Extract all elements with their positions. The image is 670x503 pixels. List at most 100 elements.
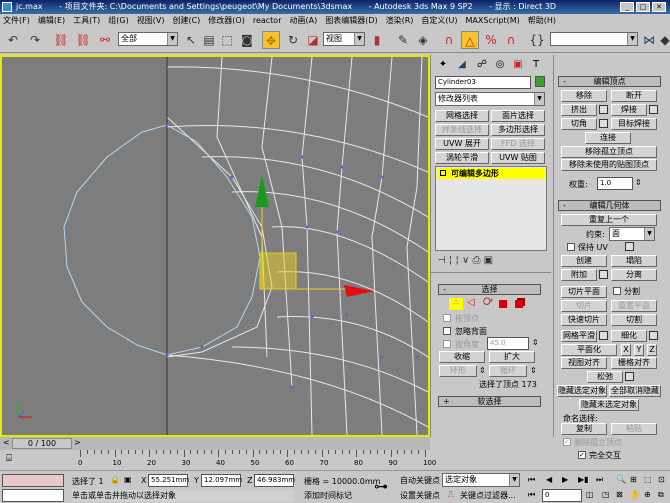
border-subobject-icon[interactable]: Ꭴ [483, 297, 493, 308]
weight-field[interactable]: 1.0 [597, 177, 633, 190]
viewport-perspective[interactable] [0, 55, 430, 437]
weld-settings-icon[interactable] [649, 105, 658, 114]
by-angle-checkbox[interactable] [443, 340, 451, 348]
mesh-select-button[interactable]: 网格选择 [435, 110, 489, 122]
modify-tab-icon[interactable]: ◢ [453, 57, 471, 73]
pin-stack-icon[interactable]: ⊣ ¦ ¦ ∨ ⎙ ▣ [437, 255, 493, 266]
zoom-extents-all-icon[interactable]: ⊡ [658, 475, 665, 484]
edit-geometry-rollout-header[interactable]: - 编辑几何体 [558, 200, 661, 211]
weight-spinner-icon[interactable]: ⇕ [635, 178, 642, 187]
planar-z-button[interactable]: Z [647, 344, 657, 356]
current-frame-field[interactable]: 0 [542, 489, 582, 502]
break-button[interactable]: 断开 [611, 90, 657, 102]
remove-isolated-vertices-button[interactable]: 移除孤立顶点 [561, 146, 657, 158]
absolute-mode-icon[interactable]: ▣ [124, 475, 132, 484]
hierarchy-tab-icon[interactable]: ☍ [473, 57, 491, 73]
target-weld-button[interactable]: 目标焊接 [611, 118, 657, 130]
connect-button[interactable]: 连接 [585, 132, 631, 144]
detach-button[interactable]: 分离 [611, 269, 657, 281]
spline-select-button[interactable]: 样条线选择 [435, 124, 489, 136]
percent-snap-icon[interactable]: % [482, 31, 500, 49]
chamfer-settings-icon[interactable] [599, 119, 608, 128]
min-max-toggle-icon[interactable]: ⧉ [658, 490, 664, 500]
prev-frame-icon[interactable]: ◀ [546, 475, 552, 484]
ref-coord-dropdown[interactable]: 视图 ▼ [323, 32, 365, 46]
auto-key-button[interactable]: 自动关键点 [400, 475, 440, 486]
view-align-button[interactable]: 视图对齐 [561, 357, 607, 369]
goto-start-icon[interactable]: ⏮ [528, 475, 535, 485]
turbosmooth-button[interactable]: 涡轮平滑 [435, 152, 489, 164]
play-icon[interactable]: ▶ [562, 475, 568, 484]
polygon-subobject-icon[interactable] [499, 300, 507, 308]
menu-file[interactable]: 文件(F) [3, 16, 30, 25]
maxscript-input[interactable] [2, 489, 64, 502]
menu-customize[interactable]: 自定义(U) [421, 16, 457, 25]
attach-button[interactable]: 附加 [561, 269, 597, 281]
angle-snap-icon[interactable]: △ [461, 31, 479, 49]
motion-tab-icon[interactable]: ◎ [491, 57, 509, 73]
x-coordinate-field[interactable]: 55.251mm [148, 474, 189, 487]
remove-button[interactable]: 移除 [561, 90, 607, 102]
tessellate-settings-icon[interactable] [649, 331, 658, 340]
collapse-button[interactable]: 塌陷 [611, 255, 657, 267]
reset-plane-button[interactable]: 重置平面 [611, 300, 657, 312]
hide-unselected-button[interactable]: 隐藏未选定对象 [579, 399, 639, 411]
edit-named-sel-icon[interactable]: {} [528, 31, 546, 49]
extrude-settings-icon[interactable] [599, 105, 608, 114]
menu-rendering[interactable]: 渲染(R) [386, 16, 414, 25]
ring-button[interactable]: 环形 [439, 365, 477, 377]
split-checkbox[interactable] [613, 287, 621, 295]
tessellate-button[interactable]: 细化 [611, 330, 647, 342]
zoom-extents-icon[interactable]: ⬚ [644, 475, 652, 484]
slider-next-icon[interactable]: > [74, 438, 81, 447]
vertex-subobject-icon[interactable]: ∴ [449, 298, 463, 310]
rotate-icon[interactable]: ↻ [284, 31, 302, 49]
link-icon[interactable]: ⛓ [52, 31, 70, 49]
next-frame-icon[interactable]: ▶▮ [578, 475, 589, 484]
keyboard-shortcut-icon[interactable]: ◈ [414, 31, 432, 49]
select-by-name-icon[interactable]: ▤ [200, 31, 218, 49]
menu-reactor[interactable]: reactor [253, 16, 282, 25]
field-of-view-icon[interactable]: ◳ [602, 490, 610, 499]
selection-filter-dropdown[interactable]: 全部 ▼ [118, 32, 178, 46]
region-zoom-icon[interactable]: ⊠ [616, 490, 623, 499]
preserve-uv-checkbox[interactable] [567, 243, 575, 251]
modifier-list-dropdown[interactable]: 修改器列表 ▼ [435, 92, 545, 106]
unlink-icon[interactable]: ⛓ [74, 31, 92, 49]
maxscript-listener-mini[interactable] [2, 474, 64, 487]
minimize-button[interactable]: _ [620, 2, 634, 12]
full-interactivity-checkbox[interactable]: ✓ [578, 451, 586, 459]
patch-select-button[interactable]: 面片选择 [491, 110, 545, 122]
track-bar[interactable]: ⌸ 0 10 20 30 40 50 60 70 80 90 100 [0, 450, 436, 470]
preserve-uv-settings-icon[interactable] [625, 242, 634, 251]
planar-y-button[interactable]: Y [634, 344, 644, 356]
bind-spacewarp-icon[interactable]: ⚯ [96, 31, 114, 49]
element-subobject-icon[interactable] [515, 300, 523, 308]
slice-plane-button[interactable]: 切片平面 [561, 286, 607, 298]
menu-graph-editors[interactable]: 图表编辑器(D) [325, 16, 377, 25]
uvw-unwrap-button[interactable]: UVW 展开 [435, 138, 489, 150]
menu-create[interactable]: 创建(C) [172, 16, 200, 25]
menu-group[interactable]: 组(G) [108, 16, 128, 25]
menu-animation[interactable]: 动画(A) [289, 16, 317, 25]
key-icon[interactable]: ⊶ [374, 479, 388, 495]
slider-prev-icon[interactable]: < [3, 438, 10, 447]
rect-selection-icon[interactable]: ⬚ [218, 31, 236, 49]
ring-spinner-icon[interactable]: ⇕ [479, 366, 486, 375]
lock-icon[interactable]: 🔒 [110, 475, 120, 484]
menu-edit[interactable]: 编辑(E) [38, 16, 65, 25]
spinner-icon[interactable]: ⇕ [532, 338, 539, 347]
constraints-dropdown[interactable]: 面 ▼ [609, 227, 655, 241]
stack-item-editable-poly[interactable]: 可编辑多边形 [437, 168, 545, 179]
ignore-backfacing-checkbox[interactable] [443, 327, 451, 335]
repeat-last-button[interactable]: 重复上一个 [561, 214, 657, 226]
meshsmooth-settings-icon[interactable] [599, 331, 608, 340]
by-vertex-checkbox[interactable] [443, 314, 451, 322]
make-planar-button[interactable]: 平面化 [561, 344, 617, 356]
extrude-button[interactable]: 挤出 [561, 104, 597, 116]
menu-maxscript[interactable]: MAXScript(M) [466, 16, 520, 25]
key-mode-dropdown[interactable]: 选定对象 ▼ [442, 473, 520, 487]
relax-settings-icon[interactable] [625, 372, 634, 381]
object-color-swatch[interactable] [535, 76, 545, 87]
unhide-all-button[interactable]: 全部取消隐藏 [609, 385, 661, 397]
